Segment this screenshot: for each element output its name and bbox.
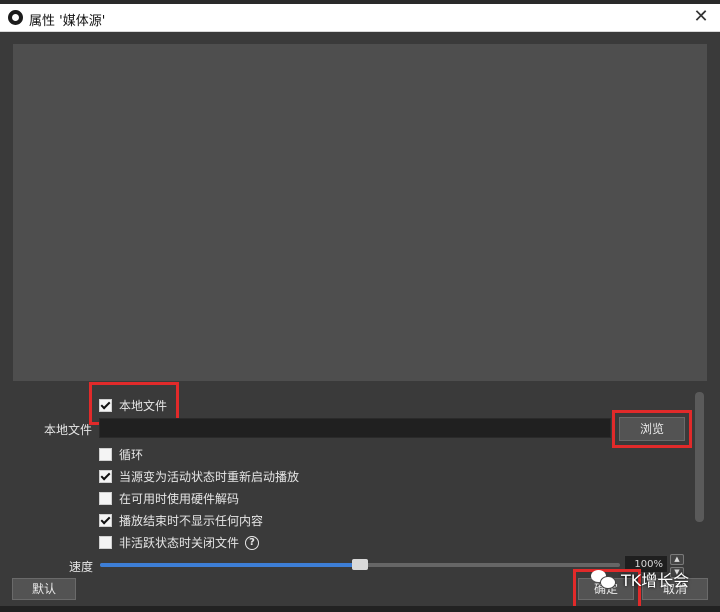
close-when-inactive-checkbox[interactable] — [99, 536, 112, 549]
option-row-hide-on-end[interactable]: 播放结束时不显示任何内容 — [99, 512, 263, 529]
window-title: 属性 '媒体源' — [29, 10, 105, 29]
hide-on-end-checkbox[interactable] — [99, 514, 112, 527]
option-row-hw-decode[interactable]: 在可用时使用硬件解码 — [99, 490, 239, 507]
title-bar: 属性 '媒体源' ✕ — [0, 4, 720, 32]
watermark-text: TK增长会 — [621, 567, 689, 591]
close-button[interactable]: ✕ — [690, 6, 712, 28]
defaults-button[interactable]: 默认 — [12, 578, 76, 600]
browse-button[interactable]: 浏览 — [619, 417, 685, 441]
loop-label: 循环 — [119, 446, 143, 463]
local-file-path-input[interactable] — [99, 418, 611, 438]
wechat-icon — [591, 569, 617, 589]
hardware-decoding-label: 在可用时使用硬件解码 — [119, 490, 239, 507]
help-icon[interactable]: ? — [245, 536, 259, 550]
background-window-bottom — [0, 606, 720, 612]
obs-logo-icon — [8, 10, 23, 25]
local-file-checkbox-label: 本地文件 — [119, 397, 167, 414]
hide-on-end-label: 播放结束时不显示任何内容 — [119, 512, 263, 529]
option-row-loop[interactable]: 循环 — [99, 446, 143, 463]
loop-checkbox[interactable] — [99, 448, 112, 461]
properties-scrollbar[interactable] — [695, 392, 704, 522]
option-row-close-inactive[interactable]: 非活跃状态时关闭文件 ? — [99, 534, 259, 551]
source-preview — [13, 44, 707, 381]
speed-slider[interactable] — [100, 563, 620, 567]
hardware-decoding-checkbox[interactable] — [99, 492, 112, 505]
watermark: TK增长会 — [591, 567, 689, 591]
option-row-restart[interactable]: 当源变为活动状态时重新启动播放 — [99, 468, 299, 485]
speed-slider-fill — [100, 563, 360, 567]
speed-label: 速度 — [69, 558, 93, 575]
local-file-checkbox-row[interactable]: 本地文件 — [99, 397, 167, 414]
local-file-checkbox[interactable] — [99, 399, 112, 412]
restart-playback-label: 当源变为活动状态时重新启动播放 — [119, 468, 299, 485]
restart-playback-checkbox[interactable] — [99, 470, 112, 483]
local-file-label: 本地文件 — [44, 421, 92, 438]
speed-slider-handle[interactable] — [352, 559, 368, 570]
close-when-inactive-label: 非活跃状态时关闭文件 — [119, 534, 239, 551]
chevron-up-icon[interactable]: ▲ — [670, 554, 684, 565]
